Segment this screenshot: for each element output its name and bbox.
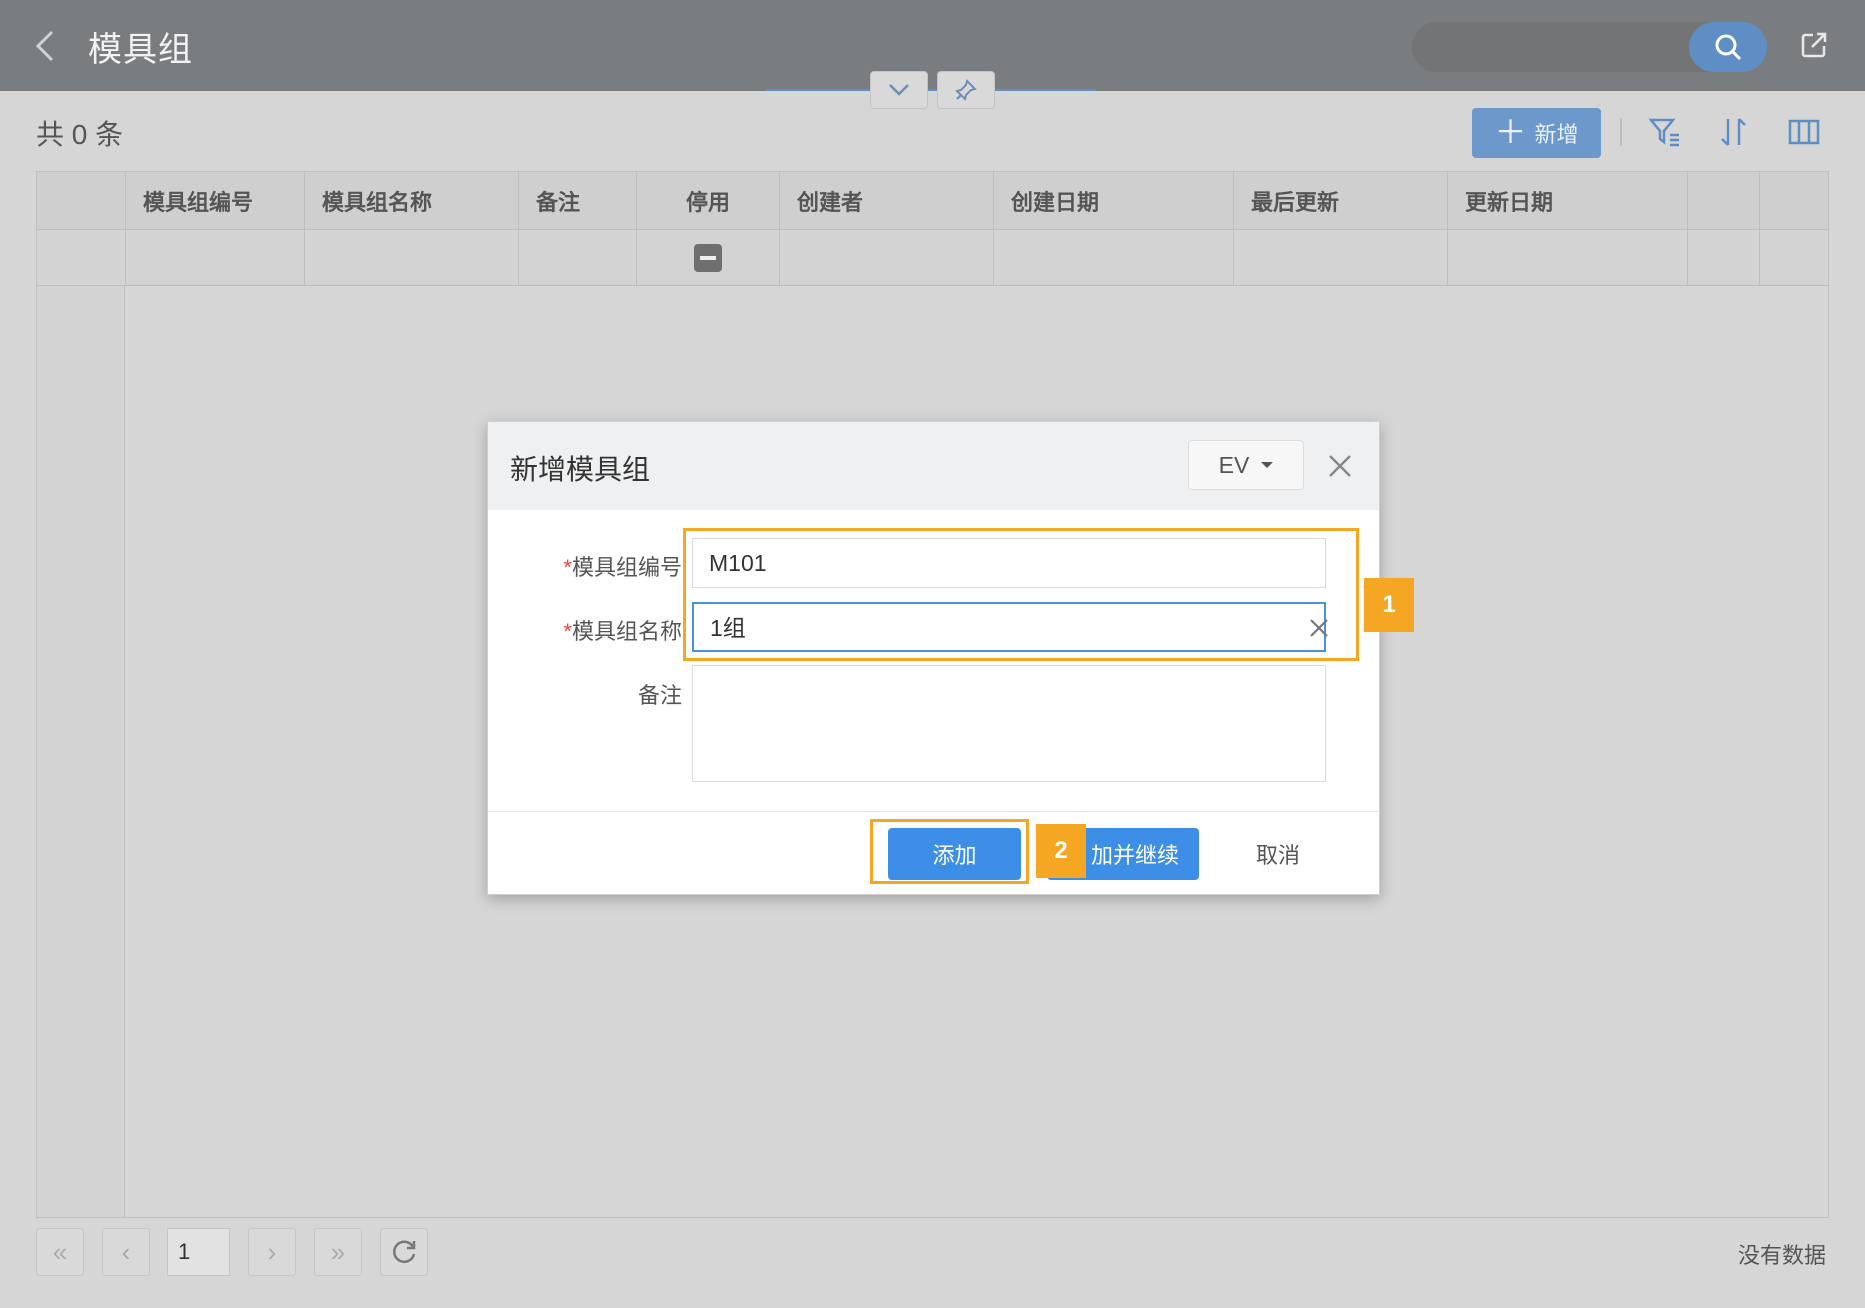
language-value: EV	[1218, 451, 1250, 478]
filter-button[interactable]	[1645, 112, 1685, 152]
filter-cell	[637, 230, 780, 285]
close-dialog-button[interactable]	[1324, 450, 1356, 482]
column-header[interactable]: 模具组名称	[305, 172, 519, 229]
add-new-label: 新增	[1534, 122, 1579, 147]
collapse-header-button[interactable]	[870, 71, 928, 109]
share-button[interactable]	[1795, 26, 1833, 64]
filter-cell[interactable]	[1448, 230, 1688, 285]
filter-cell[interactable]	[780, 230, 994, 285]
table-header: 模具组编号 模具组名称 备注 停用 创建者 创建日期 最后更新 更新日期	[37, 172, 1828, 230]
filter-cell[interactable]	[1234, 230, 1448, 285]
filter-cell[interactable]	[994, 230, 1234, 285]
refresh-icon	[393, 1240, 416, 1264]
highlight-box-1	[683, 528, 1359, 661]
column-header[interactable]: 备注	[519, 172, 637, 229]
sort-icon	[1721, 118, 1746, 146]
double-chevron-right-icon: »	[330, 1236, 346, 1267]
required-mark: *	[563, 555, 572, 580]
double-chevron-left-icon: «	[52, 1236, 68, 1267]
columns-icon	[1788, 119, 1820, 145]
remark-label: 备注	[637, 683, 682, 708]
plus-icon: ＋	[1494, 113, 1527, 150]
record-count: 共 0 条	[36, 119, 124, 150]
dialog-header: 新增模具组 EV	[488, 422, 1379, 510]
name-label-text: 模具组名称	[571, 619, 682, 644]
column-header[interactable]: 模具组编号	[126, 172, 305, 229]
external-link-icon	[1801, 32, 1827, 58]
back-button[interactable]	[30, 24, 64, 68]
filter-cell	[37, 230, 126, 285]
search-button[interactable]	[1689, 22, 1767, 72]
pager-status: 没有数据	[1738, 1243, 1827, 1268]
app-header: 模具组	[0, 0, 1865, 91]
toolbar-divider	[1620, 118, 1622, 146]
dialog-footer-divider	[488, 811, 1379, 812]
sort-button[interactable]	[1714, 112, 1754, 152]
disabled-filter-checkbox[interactable]	[694, 243, 722, 272]
add-new-button[interactable]: ＋ 新增	[1472, 108, 1601, 158]
row-select-header	[37, 172, 126, 229]
language-select[interactable]: EV	[1188, 440, 1304, 490]
caret-down-icon	[1261, 462, 1274, 468]
filter-cell[interactable]	[305, 230, 519, 285]
column-header[interactable]: 创建者	[780, 172, 994, 229]
last-page-button[interactable]: »	[314, 1228, 362, 1276]
chevron-left-icon	[35, 30, 54, 62]
filter-cell[interactable]	[519, 230, 637, 285]
search-icon	[1715, 34, 1742, 61]
remark-textarea[interactable]	[692, 665, 1326, 782]
filter-cell[interactable]	[126, 230, 305, 285]
prev-page-button[interactable]: ‹	[102, 1228, 150, 1276]
filter-row	[37, 230, 1828, 286]
row-gutter	[37, 286, 125, 1217]
column-header[interactable]: 停用	[637, 172, 780, 229]
column-header[interactable]: 创建日期	[994, 172, 1234, 229]
next-page-button[interactable]: ›	[248, 1228, 296, 1276]
refresh-button[interactable]	[380, 1228, 428, 1276]
columns-button[interactable]	[1784, 112, 1824, 152]
dialog-title: 新增模具组	[510, 454, 651, 485]
column-header-spacer	[1688, 172, 1760, 229]
tab-indicator	[766, 89, 1096, 91]
filter-icon	[1648, 118, 1679, 147]
chevron-down-icon	[889, 84, 909, 96]
step-badge-2: 2	[1036, 824, 1086, 878]
code-label-text: 模具组编号	[571, 555, 682, 580]
chevron-left-icon: ‹	[121, 1236, 131, 1267]
highlight-box-2	[870, 819, 1029, 884]
column-header[interactable]: 最后更新	[1234, 172, 1448, 229]
code-label: *模具组编号	[522, 550, 682, 582]
name-label: *模具组名称	[522, 614, 682, 646]
column-header[interactable]: 更新日期	[1448, 172, 1688, 229]
pin-icon	[955, 79, 977, 101]
first-page-button[interactable]: «	[36, 1228, 84, 1276]
close-icon	[1329, 455, 1351, 477]
filter-cell	[1688, 230, 1760, 285]
page-title: 模具组	[88, 31, 193, 69]
cancel-button[interactable]: 取消	[1228, 828, 1328, 880]
pin-header-button[interactable]	[937, 71, 995, 109]
chevron-right-icon: ›	[267, 1236, 277, 1267]
page-number-input[interactable]: 1	[167, 1228, 230, 1276]
step-badge-1: 1	[1364, 578, 1414, 632]
required-mark: *	[563, 619, 572, 644]
